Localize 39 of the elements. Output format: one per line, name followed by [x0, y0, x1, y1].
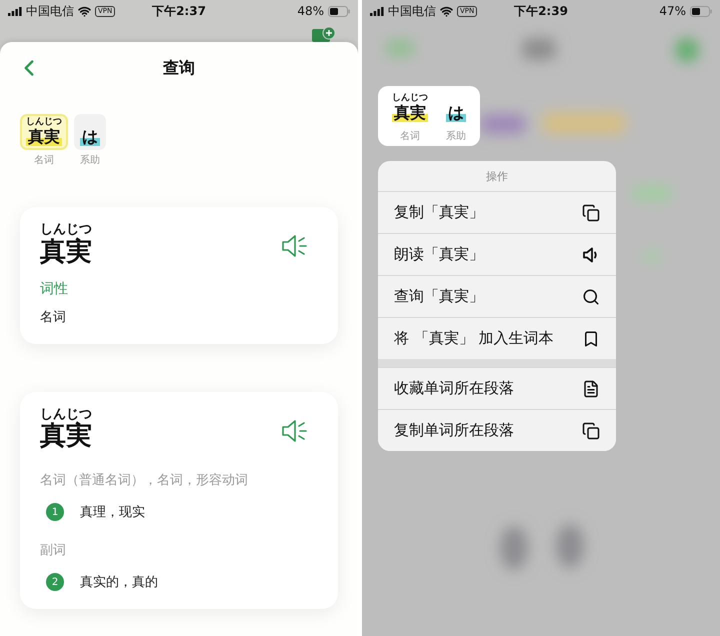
battery-icon — [328, 6, 350, 16]
sense-number: 1 — [46, 503, 64, 522]
signal-icon — [370, 6, 384, 16]
part-of-speech: 系助 — [446, 130, 466, 144]
bookmark-icon — [582, 330, 600, 348]
furigana: しんじつ — [40, 408, 92, 422]
part-of-speech: 系助 — [80, 154, 100, 168]
sheet-title: 查询 — [163, 58, 195, 78]
part-of-speech: 名词（普通名词），名词，形容动词 — [40, 472, 249, 490]
part-of-speech: 名词 — [34, 154, 54, 168]
headword: 真実 — [40, 422, 92, 452]
copy-icon — [582, 204, 600, 222]
status-time: 下午2:37 — [152, 2, 206, 20]
speaker-icon[interactable] — [280, 418, 308, 444]
copy-icon — [582, 422, 600, 440]
speaker-icon[interactable] — [280, 233, 308, 260]
battery-icon — [690, 6, 712, 16]
carrier-name: 中国电信 — [26, 2, 74, 20]
signal-icon — [8, 6, 22, 16]
search-icon — [582, 288, 600, 306]
word-token[interactable]: しんじつ 真実 — [20, 114, 68, 150]
menu-item[interactable]: 复制单词所在段落 — [378, 409, 616, 452]
status-time: 下午2:39 — [514, 2, 568, 20]
carrier-name: 中国电信 — [388, 2, 436, 20]
sense-meaning: 真理，现实 — [80, 504, 145, 522]
field-value: 名词 — [40, 309, 67, 326]
field-label: 词性 — [40, 280, 69, 298]
wifi-icon — [78, 4, 91, 18]
headword: 真実 — [40, 238, 92, 266]
part-of-speech: 名词 — [400, 130, 420, 144]
battery-percent: 48% — [297, 4, 324, 18]
battery-percent: 47% — [659, 4, 686, 18]
wifi-icon — [440, 4, 453, 18]
sense-number: 2 — [46, 573, 64, 592]
menu-title: 操作 — [485, 168, 509, 185]
sense-meaning: 真实的，真的 — [80, 574, 158, 592]
document-icon — [582, 380, 600, 398]
part-of-speech: 副词 — [40, 542, 67, 560]
furigana: しんじつ — [40, 223, 92, 238]
